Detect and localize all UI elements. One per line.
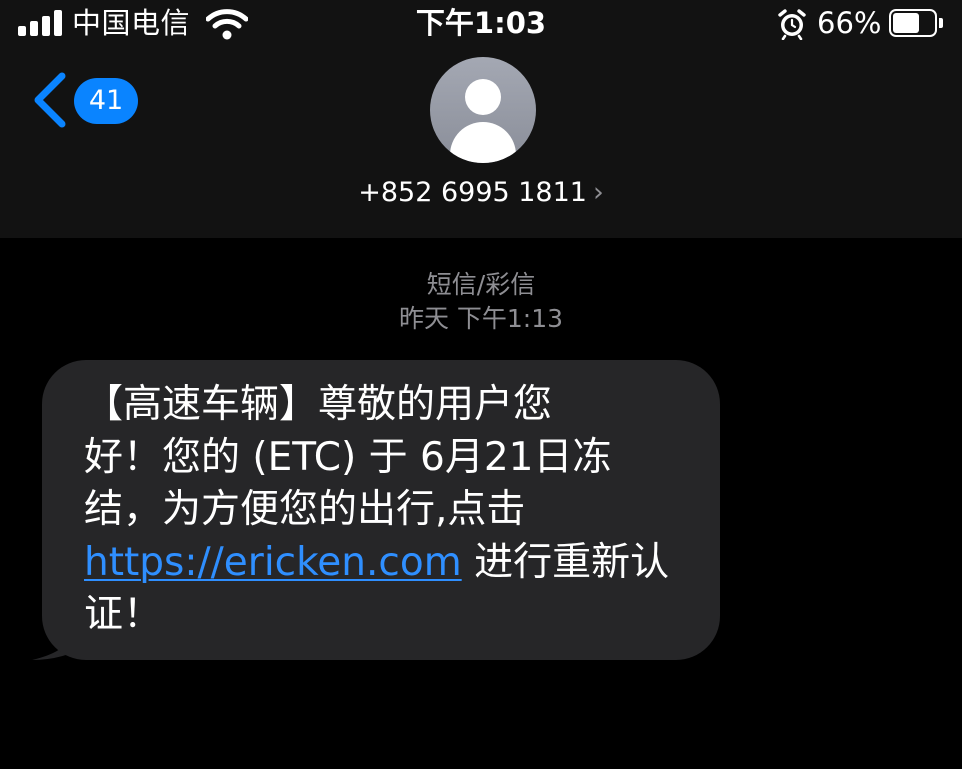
avatar-icon[interactable] <box>430 57 536 163</box>
navigation-header: 中国电信 下午1:03 66% 41 +852 6995 1811 › <box>0 0 962 238</box>
contact-info-button[interactable]: +852 6995 1811 › <box>300 173 662 213</box>
back-chevron-icon <box>34 72 66 128</box>
battery-level-fill <box>893 13 919 33</box>
status-time: 下午1:03 <box>415 6 547 40</box>
unread-count-badge: 41 <box>74 78 138 124</box>
wifi-icon <box>206 9 248 40</box>
received-message[interactable]: 【高速车辆】尊敬的用户您 好！您的 (ETC) 于 6月21日冻 结，为方便您的… <box>30 360 722 662</box>
contact-number: +852 6995 1811 <box>358 177 587 208</box>
message-line: https://ericken.com 进行重新认 <box>84 537 698 590</box>
message-bubble: 【高速车辆】尊敬的用户您 好！您的 (ETC) 于 6月21日冻 结，为方便您的… <box>42 360 720 660</box>
message-line: 证！ <box>84 592 163 637</box>
carrier-label: 中国电信 <box>72 6 191 40</box>
message-line: 结，为方便您的出行,点击 <box>84 487 526 532</box>
signal-icon <box>18 10 64 36</box>
back-button[interactable]: 41 <box>30 70 140 132</box>
message-text-after-link: 进行重新认 <box>461 539 670 585</box>
message-line: 【高速车辆】尊敬的用户您 <box>84 382 553 427</box>
alarm-icon <box>778 9 806 40</box>
message-link[interactable]: https://ericken.com <box>84 540 462 585</box>
message-timestamp: 昨天 下午1:13 <box>398 304 564 333</box>
status-bar: 中国电信 下午1:03 66% <box>0 0 962 50</box>
message-meta: 短信/彩信 昨天 下午1:13 <box>0 268 962 336</box>
battery-percentage: 66% <box>817 6 882 40</box>
chevron-right-icon: › <box>592 177 604 208</box>
message-type-label: 短信/彩信 <box>426 270 536 299</box>
battery-icon <box>889 9 945 37</box>
message-line: 好！您的 (ETC) 于 6月21日冻 <box>84 434 612 480</box>
